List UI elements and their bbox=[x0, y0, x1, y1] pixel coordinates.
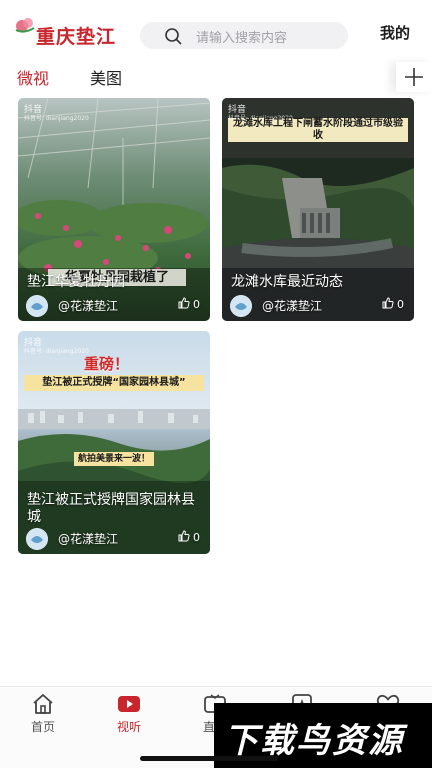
video-card[interactable]: 抖音 抖音号: dianjiang2020 华夏牡丹园栽植了 垫江华夏牡丹园 @… bbox=[18, 98, 210, 321]
video-overlay-text: 龙滩水库工程下闸蓄水阶段通过市级验收 bbox=[233, 118, 403, 141]
thumbs-up-icon bbox=[382, 297, 394, 309]
watermark-text: 下载鸟资源 bbox=[224, 721, 404, 761]
nav-label: 首页 bbox=[30, 720, 55, 734]
like-button[interactable]: 0 bbox=[178, 297, 200, 311]
thumbs-up-icon bbox=[178, 297, 190, 309]
card-title: 龙滩水库最近动态 bbox=[231, 274, 343, 290]
card-author[interactable]: @花漾垫江 bbox=[58, 297, 118, 314]
plus-icon bbox=[405, 68, 423, 86]
logo-text: 重庆垫江 bbox=[36, 26, 117, 48]
avatar bbox=[230, 295, 252, 317]
card-author[interactable]: @花漾垫江 bbox=[58, 530, 118, 547]
nav-video[interactable]: 视听 bbox=[104, 693, 154, 737]
search-icon bbox=[165, 28, 182, 45]
card-author[interactable]: @花漾垫江 bbox=[262, 297, 322, 314]
video-card[interactable]: 抖音 抖音号: dianjiang2020 龙滩水库工程下闸蓄水阶段通过市级验收… bbox=[222, 98, 414, 321]
app-header: 重庆垫江 请输入搜索内容 我的 bbox=[0, 0, 432, 64]
tab-weishi[interactable]: 微视 bbox=[17, 65, 49, 89]
douyin-id: 抖音号: dianjiang2020 bbox=[24, 348, 89, 355]
add-tab-button[interactable] bbox=[396, 62, 432, 92]
home-indicator[interactable] bbox=[140, 756, 278, 761]
card-title: 垫江华夏牡丹园 bbox=[27, 274, 125, 290]
mine-button[interactable]: 我的 bbox=[380, 22, 410, 43]
like-button[interactable]: 0 bbox=[178, 530, 200, 544]
avatar bbox=[26, 528, 48, 550]
home-icon bbox=[33, 694, 53, 714]
search-bar[interactable]: 请输入搜索内容 bbox=[140, 22, 348, 49]
video-overlay-headline: 重磅！ bbox=[84, 355, 130, 373]
category-tabs: 微视 美图 bbox=[0, 62, 432, 92]
like-button[interactable]: 0 bbox=[382, 297, 404, 311]
like-count: 0 bbox=[193, 531, 200, 544]
douyin-id: 抖音号: dianjiang2020 bbox=[24, 115, 89, 122]
tab-meitu[interactable]: 美图 bbox=[90, 65, 122, 89]
nav-label: 视听 bbox=[116, 720, 141, 734]
nav-home[interactable]: 首页 bbox=[18, 693, 68, 737]
like-count: 0 bbox=[193, 298, 200, 311]
avatar bbox=[26, 295, 48, 317]
card-title: 垫江被正式授牌国家园林县城 bbox=[27, 492, 195, 525]
video-overlay-text: 垫江被正式授牌“国家园林县城” bbox=[42, 377, 186, 388]
app-logo[interactable]: 重庆垫江 bbox=[14, 14, 126, 50]
thumbs-up-icon bbox=[178, 530, 190, 542]
video-card[interactable]: 抖音 抖音号: dianjiang2020 重磅！ 垫江被正式授牌“国家园林县城… bbox=[18, 331, 210, 554]
search-placeholder: 请输入搜索内容 bbox=[196, 31, 288, 46]
play-icon bbox=[118, 696, 140, 712]
video-overlay-caption: 航拍美景来一波！ bbox=[77, 454, 150, 464]
like-count: 0 bbox=[397, 298, 404, 311]
